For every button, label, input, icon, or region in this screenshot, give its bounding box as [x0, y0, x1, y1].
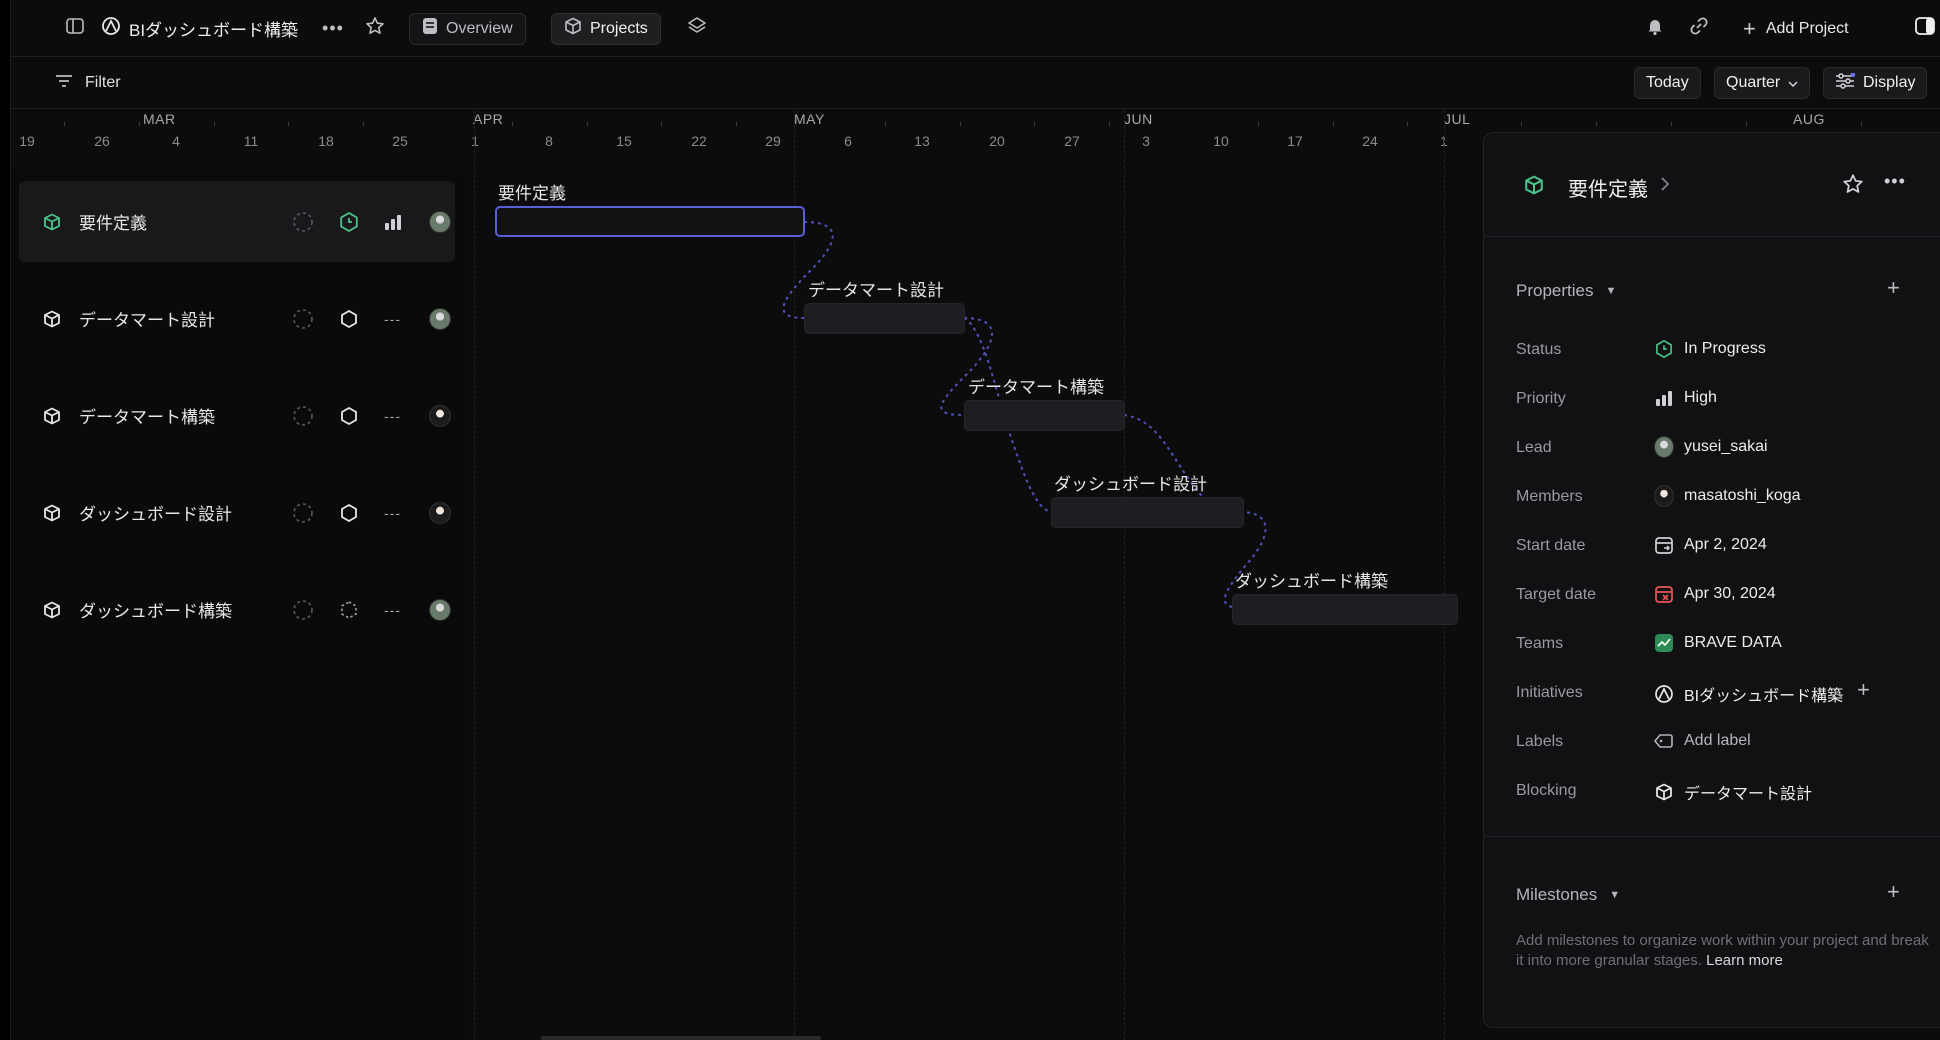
- bar-label: データマート構築: [968, 378, 1104, 397]
- plus-icon: +: [1743, 15, 1756, 41]
- initiative-icon: [1654, 684, 1674, 704]
- display-button[interactable]: Display: [1823, 67, 1928, 99]
- app-window: BIダッシュボード構築 ••• Overview Projects + Add …: [10, 0, 1940, 1040]
- status-label: Status: [1516, 341, 1562, 358]
- horizontal-scrollbar[interactable]: [541, 1036, 821, 1040]
- tag-icon: [1654, 731, 1674, 751]
- panel-toggle-button[interactable]: [1907, 11, 1940, 47]
- add-property-button[interactable]: +: [1887, 275, 1900, 301]
- start-date-value[interactable]: Apr 2, 2024: [1654, 535, 1767, 555]
- properties-heading: Properties: [1516, 281, 1594, 300]
- today-label: Today: [1646, 74, 1689, 91]
- avatar: [1654, 436, 1674, 458]
- add-project-button[interactable]: + Add Project: [1743, 16, 1849, 42]
- timeline-bar-datamart-build[interactable]: [964, 400, 1125, 431]
- milestones-heading: Milestones: [1516, 885, 1598, 904]
- in-progress-status-icon: [1654, 339, 1674, 359]
- priority-value[interactable]: High: [1654, 388, 1717, 408]
- members-label: Members: [1516, 488, 1583, 505]
- panel-header: 要件定義 •••: [1484, 133, 1940, 237]
- caret-down-icon: ▼: [1605, 285, 1617, 297]
- project-cube-icon: [1524, 175, 1544, 200]
- initiatives-value[interactable]: BIダッシュボード構築: [1654, 682, 1843, 706]
- add-initiative-button[interactable]: +: [1857, 677, 1870, 703]
- quarter-label: Quarter: [1726, 74, 1781, 91]
- blocking-value[interactable]: データマート設計: [1654, 780, 1812, 804]
- target-date-label: Target date: [1516, 586, 1597, 603]
- timeline-bar-requirements[interactable]: [495, 206, 805, 237]
- display-label: Display: [1863, 74, 1916, 91]
- start-date-label: Start date: [1516, 537, 1586, 554]
- status-value[interactable]: In Progress: [1654, 339, 1766, 359]
- panel-project-title[interactable]: 要件定義: [1568, 173, 1648, 202]
- calendar-start-icon: [1654, 535, 1674, 555]
- caret-down-icon: ▼: [1609, 889, 1621, 901]
- labels-label: Labels: [1516, 733, 1564, 750]
- chevron-right-icon: [1660, 176, 1670, 197]
- panel-right-icon: [1915, 17, 1935, 40]
- learn-more-link[interactable]: Learn more: [1706, 952, 1783, 969]
- display-settings-icon: [1835, 71, 1856, 94]
- bar-label: データマート設計: [808, 281, 944, 300]
- blocking-label: Blocking: [1516, 782, 1577, 799]
- avatar: [1654, 485, 1674, 507]
- add-label-button[interactable]: Add label: [1654, 731, 1751, 751]
- milestones-help-text: Add milestones to organize work within y…: [1516, 932, 1929, 969]
- section-divider: [1484, 836, 1940, 837]
- teams-label: Teams: [1516, 635, 1564, 652]
- notifications-button[interactable]: [1637, 11, 1673, 47]
- link-icon: [1689, 16, 1709, 41]
- milestones-section-toggle[interactable]: Milestones ▼: [1516, 885, 1620, 905]
- calendar-overdue-icon: [1654, 584, 1674, 604]
- add-milestone-button[interactable]: +: [1887, 879, 1900, 905]
- lead-label: Lead: [1516, 439, 1552, 456]
- bar-label: ダッシュボード設計: [1054, 475, 1207, 494]
- initiatives-label: Initiatives: [1516, 684, 1583, 701]
- priority-label: Priority: [1516, 390, 1566, 407]
- month-label: AUG: [1793, 111, 1825, 127]
- chevron-down-icon: [1788, 74, 1798, 92]
- bar-label: ダッシュボード構築: [1235, 572, 1388, 591]
- lead-value[interactable]: yusei_sakai: [1654, 436, 1768, 458]
- quarter-dropdown[interactable]: Quarter: [1714, 67, 1811, 99]
- timeline-bar-dashboard-build[interactable]: [1232, 594, 1458, 625]
- bell-icon: [1645, 16, 1665, 41]
- priority-high-icon: [1654, 388, 1674, 408]
- ellipsis-icon[interactable]: •••: [1884, 171, 1906, 192]
- target-date-value[interactable]: Apr 30, 2024: [1654, 584, 1776, 604]
- copy-link-button[interactable]: [1681, 11, 1717, 47]
- today-button[interactable]: Today: [1634, 67, 1701, 99]
- team-chart-icon: [1654, 633, 1674, 653]
- star-icon[interactable]: [1842, 173, 1864, 200]
- members-value[interactable]: masatoshi_koga: [1654, 485, 1801, 507]
- teams-value[interactable]: BRAVE DATA: [1654, 633, 1782, 653]
- project-detail-panel: 要件定義 ••• Properties ▼ + Status In Progre…: [1483, 132, 1940, 1028]
- timeline-bar-dashboard-design[interactable]: [1051, 497, 1244, 528]
- add-project-label: Add Project: [1765, 19, 1849, 37]
- timeline-bar-datamart-design[interactable]: [804, 303, 965, 334]
- bar-label: 要件定義: [498, 184, 566, 203]
- properties-section-toggle[interactable]: Properties ▼: [1516, 281, 1616, 301]
- project-cube-icon: [1654, 782, 1674, 802]
